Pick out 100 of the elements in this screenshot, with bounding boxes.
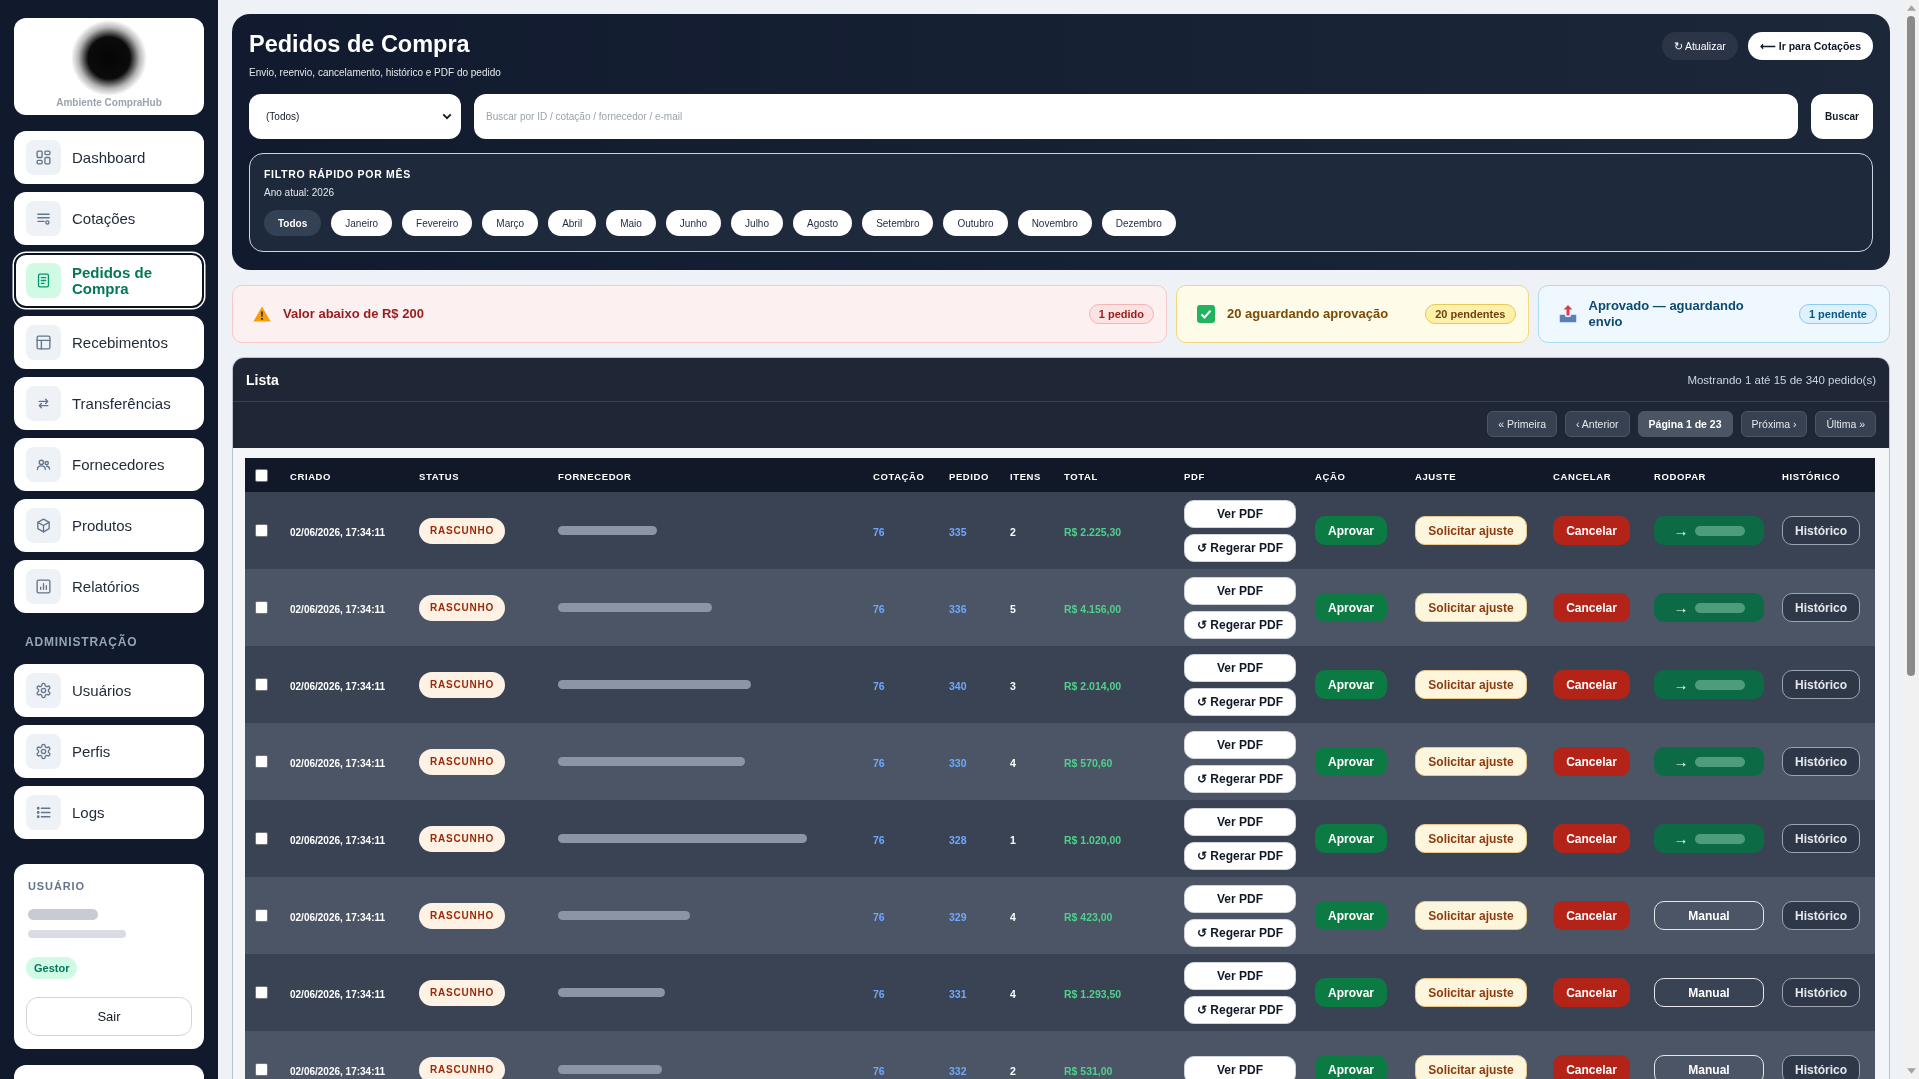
regenerate-pdf-button[interactable]: ↺ Regerar PDF <box>1184 533 1296 562</box>
nav-item[interactable]: Dashboard <box>14 131 204 184</box>
search-field[interactable]: Buscar por ID / cotação / fornecedor / e-mail <box>474 94 1798 139</box>
history-button[interactable]: Histórico <box>1782 747 1860 776</box>
pagination-button[interactable]: Última » <box>1815 411 1876 437</box>
cancel-button[interactable]: Cancelar <box>1553 978 1630 1007</box>
logout-button[interactable]: Sair <box>26 997 192 1036</box>
nav-item[interactable]: Usuários <box>14 664 204 717</box>
nav-item[interactable]: Fornecedores <box>14 438 204 491</box>
view-pdf-button[interactable]: Ver PDF <box>1184 884 1296 913</box>
month-chip[interactable]: Janeiro <box>331 210 393 236</box>
refresh-button[interactable]: ↻ Atualizar <box>1661 32 1738 60</box>
quote-link[interactable]: 76 <box>873 833 885 846</box>
month-chip[interactable]: Todos <box>264 210 322 236</box>
row-checkbox[interactable] <box>255 755 268 768</box>
order-link[interactable]: 335 <box>949 525 967 538</box>
search-button[interactable]: Buscar <box>1811 94 1873 139</box>
row-checkbox[interactable] <box>255 601 268 614</box>
month-chip[interactable]: Agosto <box>793 210 853 236</box>
month-chip[interactable]: Fevereiro <box>402 210 473 236</box>
manual-button[interactable]: Manual <box>1654 901 1764 930</box>
send-rodopar-button[interactable]: → <box>1654 516 1764 545</box>
row-checkbox[interactable] <box>255 1063 268 1076</box>
history-button[interactable]: Histórico <box>1782 824 1860 853</box>
quote-link[interactable]: 76 <box>873 987 885 1000</box>
month-chip[interactable]: Maio <box>606 210 656 236</box>
page-indicator[interactable]: Página 1 de 23 <box>1637 411 1733 437</box>
quote-link[interactable]: 76 <box>873 679 885 692</box>
view-pdf-button[interactable]: Ver PDF <box>1184 807 1296 836</box>
row-checkbox[interactable] <box>255 678 268 691</box>
manual-button[interactable]: Manual <box>1654 978 1764 1007</box>
approve-button[interactable]: Aprovar <box>1315 978 1387 1007</box>
request-adjustment-button[interactable]: Solicitar ajuste <box>1415 670 1527 699</box>
cancel-button[interactable]: Cancelar <box>1553 516 1630 545</box>
nav-item[interactable]: Transferências <box>14 377 204 430</box>
view-pdf-button[interactable]: Ver PDF <box>1184 730 1296 759</box>
order-link[interactable]: 331 <box>949 987 967 1000</box>
nav-item[interactable]: Produtos <box>14 499 204 552</box>
row-checkbox[interactable] <box>255 909 268 922</box>
send-rodopar-button[interactable]: → <box>1654 593 1764 622</box>
regenerate-pdf-button[interactable]: ↺ Regerar PDF <box>1184 841 1296 870</box>
row-checkbox[interactable] <box>255 832 268 845</box>
pagination-button[interactable]: « Primeira <box>1487 411 1557 437</box>
view-pdf-button[interactable]: Ver PDF <box>1184 961 1296 990</box>
nav-item[interactable]: Pedidos de Compra <box>14 253 204 308</box>
cancel-button[interactable]: Cancelar <box>1553 747 1630 776</box>
approve-button[interactable]: Aprovar <box>1315 516 1387 545</box>
month-chip[interactable]: Novembro <box>1017 210 1092 236</box>
order-link[interactable]: 328 <box>949 833 967 846</box>
month-chip[interactable]: Julho <box>731 210 783 236</box>
status-select[interactable]: (Todos) <box>249 94 461 139</box>
history-button[interactable]: Histórico <box>1782 516 1860 545</box>
approve-button[interactable]: Aprovar <box>1315 901 1387 930</box>
month-chip[interactable]: Junho <box>665 210 722 236</box>
request-adjustment-button[interactable]: Solicitar ajuste <box>1415 901 1527 930</box>
scrollbar-thumb[interactable] <box>1907 16 1915 676</box>
nav-item[interactable]: Recebimentos <box>14 316 204 369</box>
cancel-button[interactable]: Cancelar <box>1553 593 1630 622</box>
scrollbar[interactable] <box>1903 0 1919 1079</box>
month-chip[interactable]: Outubro <box>943 210 1008 236</box>
cancel-button[interactable]: Cancelar <box>1553 901 1630 930</box>
pagination-button[interactable]: ‹ Anterior <box>1565 411 1630 437</box>
approve-button[interactable]: Aprovar <box>1315 1055 1387 1079</box>
request-adjustment-button[interactable]: Solicitar ajuste <box>1415 516 1527 545</box>
approve-button[interactable]: Aprovar <box>1315 747 1387 776</box>
view-pdf-button[interactable]: Ver PDF <box>1184 653 1296 682</box>
approve-button[interactable]: Aprovar <box>1315 593 1387 622</box>
regenerate-pdf-button[interactable]: ↺ Regerar PDF <box>1184 687 1296 716</box>
go-to-quotes-button[interactable]: ⟵ Ir para Cotações <box>1747 32 1873 60</box>
history-button[interactable]: Histórico <box>1782 670 1860 699</box>
pagination-button[interactable]: Próxima › <box>1740 411 1808 437</box>
cancel-button[interactable]: Cancelar <box>1553 1055 1630 1079</box>
cancel-button[interactable]: Cancelar <box>1553 824 1630 853</box>
nav-item[interactable]: Logs <box>14 786 204 839</box>
approve-button[interactable]: Aprovar <box>1315 670 1387 699</box>
history-button[interactable]: Histórico <box>1782 978 1860 1007</box>
request-adjustment-button[interactable]: Solicitar ajuste <box>1415 1055 1527 1079</box>
row-checkbox[interactable] <box>255 986 268 999</box>
nav-item[interactable]: Cotações <box>14 192 204 245</box>
view-pdf-button[interactable]: Ver PDF <box>1184 576 1296 605</box>
regenerate-pdf-button[interactable]: ↺ Regerar PDF <box>1184 610 1296 639</box>
nav-item[interactable]: Relatórios <box>14 560 204 613</box>
request-adjustment-button[interactable]: Solicitar ajuste <box>1415 747 1527 776</box>
quote-link[interactable]: 76 <box>873 525 885 538</box>
month-chip[interactable]: Março <box>482 210 539 236</box>
nav-item[interactable]: Perfis <box>14 725 204 778</box>
send-rodopar-button[interactable]: → <box>1654 747 1764 776</box>
request-adjustment-button[interactable]: Solicitar ajuste <box>1415 824 1527 853</box>
approve-button[interactable]: Aprovar <box>1315 824 1387 853</box>
history-button[interactable]: Histórico <box>1782 901 1860 930</box>
cancel-button[interactable]: Cancelar <box>1553 670 1630 699</box>
regenerate-pdf-button[interactable]: ↺ Regerar PDF <box>1184 995 1296 1024</box>
view-pdf-button[interactable]: Ver PDF <box>1184 1055 1296 1079</box>
order-link[interactable]: 340 <box>949 679 967 692</box>
send-rodopar-button[interactable]: → <box>1654 670 1764 699</box>
request-adjustment-button[interactable]: Solicitar ajuste <box>1415 978 1527 1007</box>
request-adjustment-button[interactable]: Solicitar ajuste <box>1415 593 1527 622</box>
send-rodopar-button[interactable]: → <box>1654 824 1764 853</box>
select-all-checkbox[interactable] <box>255 468 268 482</box>
regenerate-pdf-button[interactable]: ↺ Regerar PDF <box>1184 918 1296 947</box>
